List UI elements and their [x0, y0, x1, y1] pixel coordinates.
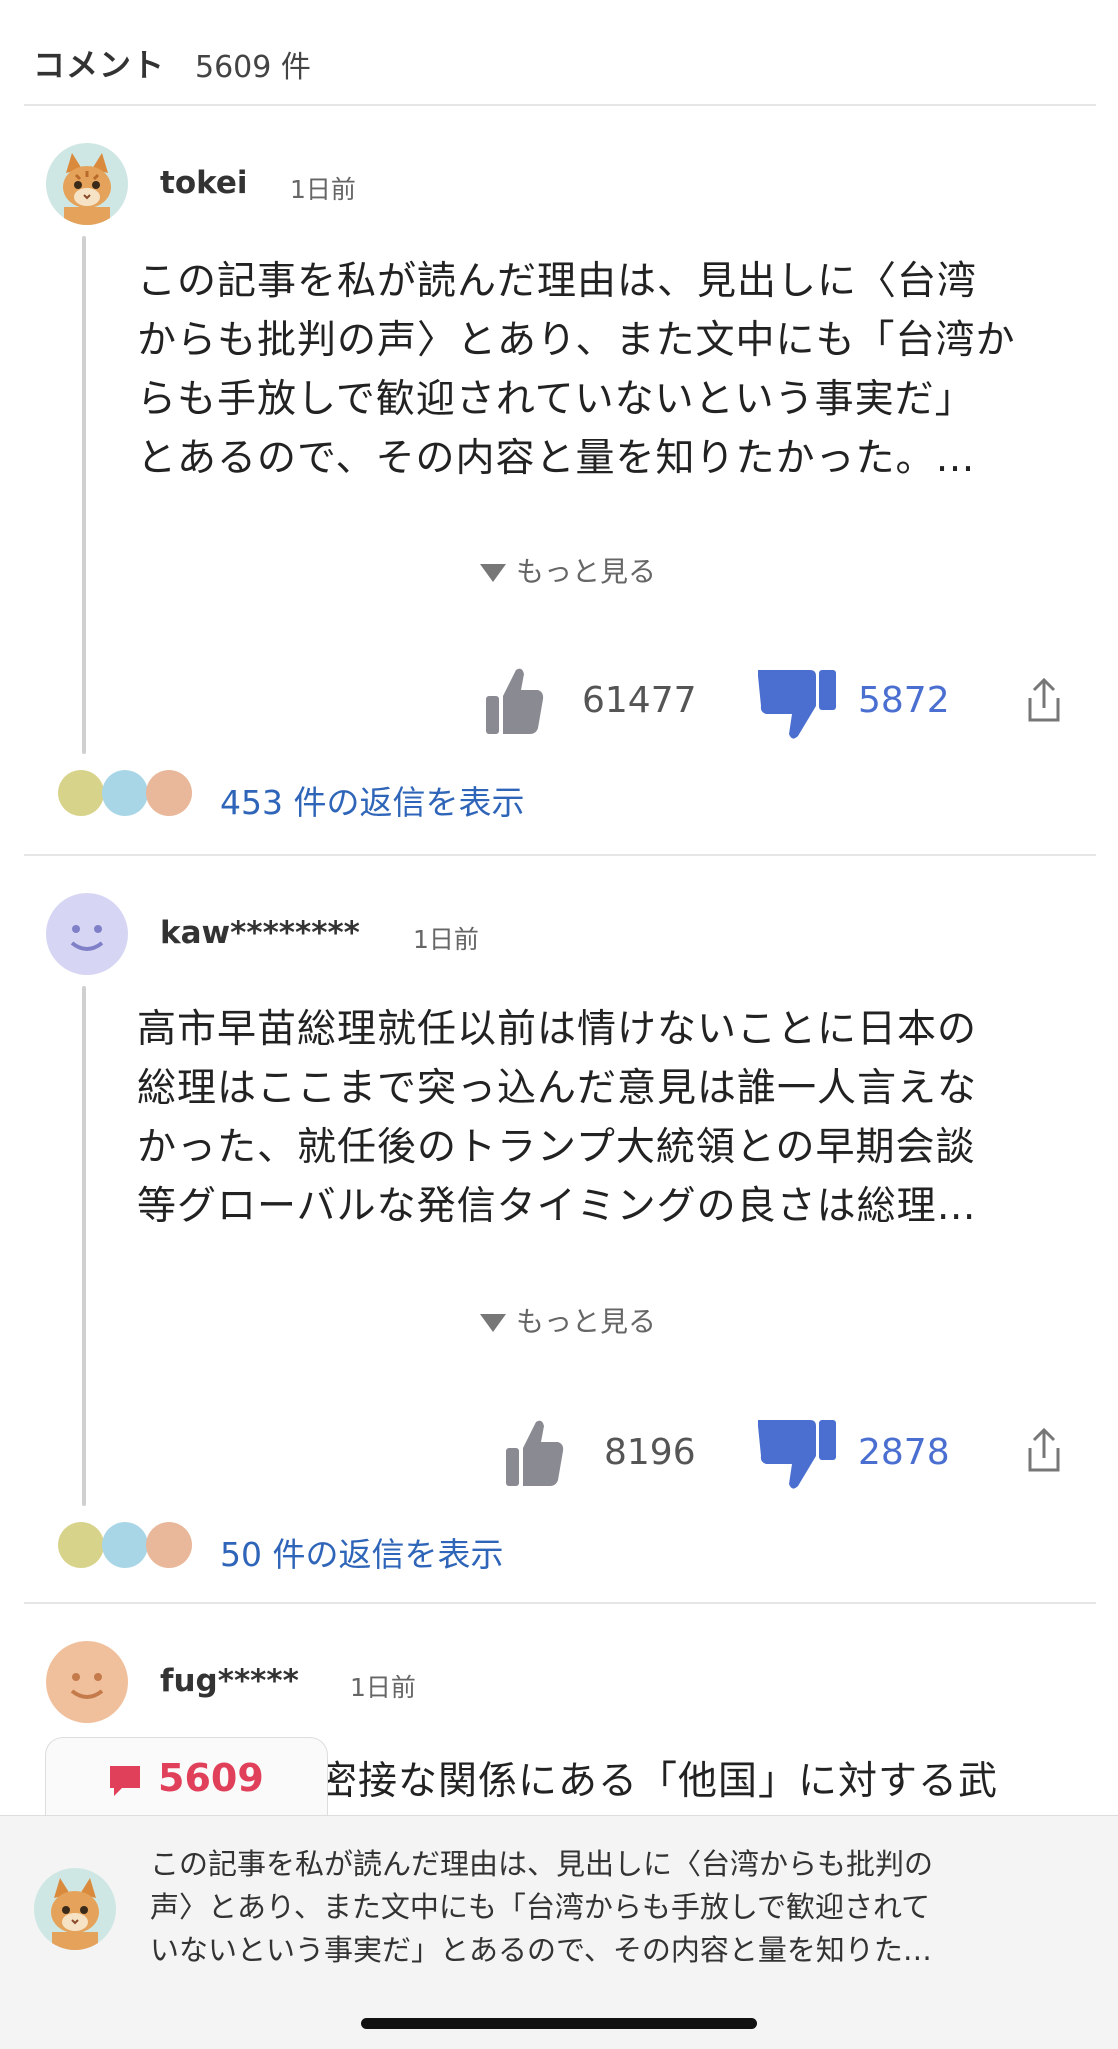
- like-button[interactable]: [486, 666, 544, 740]
- show-more-button[interactable]: もっと見る: [480, 1300, 656, 1340]
- home-indicator[interactable]: [361, 2018, 757, 2029]
- show-more-label: もっと見る: [516, 1305, 657, 1338]
- dislike-button[interactable]: [758, 666, 838, 746]
- comment-line: かった、就任後のトランプ大統領との早期会談: [137, 1125, 976, 1170]
- reply-avatars[interactable]: [58, 770, 198, 820]
- smiley-avatar-icon[interactable]: [46, 1641, 128, 1723]
- triangle-down-icon: [480, 1314, 506, 1332]
- dislike-count: 2878: [858, 1432, 950, 1473]
- thumbs-down-icon: [758, 670, 836, 739]
- thumbs-up-icon: [506, 1420, 564, 1486]
- divider: [24, 104, 1096, 106]
- comment-count-badge: 5609: [158, 1756, 264, 1800]
- comment-line: 総理はここまで突っ込んだ意見は誰一人言えな: [137, 1066, 978, 1111]
- comment-line: からも批判の声〉とあり、また文中にも「台湾か: [137, 318, 1016, 363]
- preview-line: いないという事実だ」とあるので、その内容と量を知りた…: [150, 1933, 932, 1967]
- show-replies-link[interactable]: 50 件の返信を表示: [220, 1528, 503, 1576]
- comment-body[interactable]: 高市早苗総理就任以前は情けないことに日本の 総理はここまで突っ込んだ意見は誰一人…: [137, 1000, 1087, 1236]
- comment-line: 高市早苗総理就任以前は情けないことに日本の: [137, 1007, 978, 1052]
- like-count: 61477: [582, 680, 697, 721]
- comment-username[interactable]: tokei: [160, 165, 248, 201]
- smiley-icon: [58, 770, 104, 816]
- smiley-icon: [58, 1522, 104, 1568]
- thumbs-down-icon: [758, 1420, 836, 1489]
- bottom-comment-preview-bar[interactable]: この記事を私が読んだ理由は、見出しに〈台湾からも批判の 声〉とあり、また文中にも…: [0, 1815, 1118, 2049]
- smiley-icon: [146, 1522, 192, 1568]
- comment-count-tab[interactable]: 5609: [45, 1737, 328, 1818]
- comment-line: この記事を私が読んだ理由は、見出しに〈台湾: [137, 259, 978, 304]
- comment-line: 等グローバルな発信タイミングの良さは総理…: [137, 1184, 977, 1229]
- like-button[interactable]: [506, 1418, 564, 1492]
- comment-time: 1日前: [350, 1673, 416, 1702]
- dislike-count: 5872: [858, 680, 950, 721]
- show-more-button[interactable]: もっと見る: [480, 550, 656, 590]
- share-icon: [1028, 1427, 1060, 1472]
- comment-line: らも手放しで歓迎されていないという事実だ」: [137, 377, 975, 422]
- thread-line: [82, 986, 86, 1506]
- thumbs-up-icon: [486, 668, 544, 734]
- share-button[interactable]: [1024, 1427, 1064, 1478]
- comment-body[interactable]: この記事を私が読んだ理由は、見出しに〈台湾 からも批判の声〉とあり、また文中にも…: [137, 252, 1087, 488]
- like-count: 8196: [604, 1432, 696, 1473]
- divider: [24, 854, 1096, 856]
- share-button[interactable]: [1024, 677, 1064, 728]
- reply-avatars[interactable]: [58, 1522, 198, 1572]
- show-replies-link[interactable]: 453 件の返信を表示: [220, 776, 524, 824]
- preview-line: この記事を私が読んだ理由は、見出しに〈台湾からも批判の: [150, 1847, 934, 1881]
- triangle-down-icon: [480, 564, 506, 582]
- comment-time: 1日前: [413, 925, 479, 954]
- cat-avatar-icon[interactable]: [46, 143, 128, 225]
- comments-header-title: コメント: [33, 46, 166, 84]
- show-more-label: もっと見る: [516, 555, 657, 588]
- thread-line: [82, 236, 86, 754]
- smiley-icon: [146, 770, 192, 816]
- comments-total-count: 5609 件: [195, 50, 311, 85]
- cat-avatar-icon: [34, 1868, 116, 1950]
- comment-username[interactable]: fug*****: [160, 1663, 299, 1699]
- share-icon: [1028, 677, 1060, 722]
- comment-partial-line[interactable]: 密接な関係にある「他国」に対する武: [318, 1752, 1078, 1811]
- smiley-icon: [102, 770, 148, 816]
- comment-time: 1日前: [290, 175, 356, 204]
- smiley-avatar-icon[interactable]: [46, 893, 128, 975]
- speech-bubble-icon: [108, 1764, 142, 1802]
- divider: [24, 1602, 1096, 1604]
- comment-username[interactable]: kaw********: [160, 915, 360, 951]
- preview-text: この記事を私が読んだ理由は、見出しに〈台湾からも批判の 声〉とあり、また文中にも…: [150, 1843, 1100, 1972]
- smiley-icon: [102, 1522, 148, 1568]
- comment-line: とあるので、その内容と量を知りたかった。…: [137, 436, 976, 481]
- preview-line: 声〉とあり、また文中にも「台湾からも手放しで歓迎されて: [150, 1890, 931, 1924]
- dislike-button[interactable]: [758, 1416, 838, 1496]
